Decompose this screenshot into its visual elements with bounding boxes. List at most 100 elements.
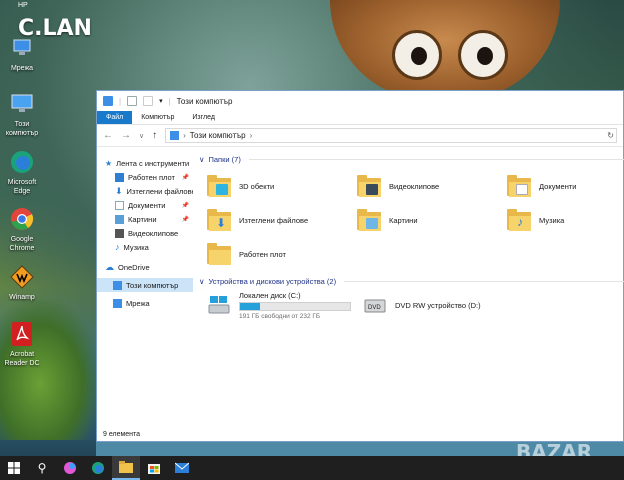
back-arrow-icon[interactable]: ← [103,130,113,141]
refresh-icon[interactable]: ↻ [607,131,614,140]
folder-3d-icon [207,175,231,197]
desktop-icon-this-pc[interactable]: Този компютър [0,90,44,138]
new-folder-icon[interactable] [143,96,154,106]
up-arrow-icon[interactable]: ↑ [152,130,157,141]
nav-onedrive[interactable]: ☁ OneDrive [97,260,193,274]
recent-dropdown-icon[interactable]: ∨ [139,132,144,140]
desktop-icon-chrome[interactable]: Google Chrome [0,205,44,253]
store-taskbar-button[interactable] [140,456,168,480]
desktop-icon-label: Мрежа [10,65,34,72]
group-header-label: Устройства и дискови устройства (2) [208,276,337,286]
desktop-icon-label: Google Chrome [9,236,35,252]
group-header-label: Папки (7) [208,154,241,164]
mail-icon [175,462,189,473]
title-bar: | ▾ | Този компютър [97,91,623,111]
desktop-icon-label: Acrobat Reader DC [4,351,40,367]
folder-3d-objects[interactable]: 3D обекти [207,172,357,200]
edge-taskbar-button[interactable] [84,456,112,480]
nav-label: Документи [128,200,166,210]
quick-access-computer-icon[interactable] [103,96,113,106]
nav-desktop[interactable]: Работен плот 📌 [97,170,193,184]
document-icon [115,200,124,210]
video-icon [115,228,124,238]
start-button[interactable] [0,456,28,480]
forward-arrow-icon[interactable]: → [121,130,131,141]
status-bar-item-count: 9 елемента [103,431,141,438]
tab-view[interactable]: Изглед [183,111,224,124]
nav-videos[interactable]: Видеоклипове [97,226,193,240]
tab-file[interactable]: Файл [97,111,133,124]
ribbon-tabs: Файл Компютър Изглед [97,111,623,125]
desktop-icon-label: Winamp [9,294,35,301]
music-icon: ♪ [115,242,120,252]
folder-music[interactable]: ♪ Музика [507,206,624,234]
nav-label: Мрежа [126,298,150,308]
devices-group-header[interactable]: ∨ Устройства и дискови устройства (2) [199,274,624,288]
breadcrumb-chevron-icon[interactable]: › [250,131,253,140]
nav-this-pc[interactable]: Този компютър [97,278,193,292]
desktop-icon-winamp[interactable]: Winamp [0,263,44,302]
breadcrumb-this-pc[interactable]: Този компютър [190,131,246,140]
window-title: Този компютър [176,96,233,106]
folder-pictures[interactable]: Картини [357,206,507,234]
edge-icon [92,462,104,474]
nav-music[interactable]: ♪ Музика [97,240,193,254]
computer-icon [113,280,122,290]
folders-group-header[interactable]: ∨ Папки (7) [199,152,624,166]
copilot-button[interactable] [56,456,84,480]
pin-icon[interactable]: 📌 [182,216,189,223]
folder-music-icon: ♪ [507,209,531,231]
folder-downloads[interactable]: ⬇ Изтеглени файлове [207,206,357,234]
pin-icon[interactable]: 📌 [182,202,189,209]
acrobat-icon [8,320,36,348]
address-bar[interactable]: › Този компютър › ↻ [165,128,617,143]
search-button[interactable]: ⚲ [28,456,56,480]
drive-usage-bar [239,301,351,311]
folder-documents[interactable]: Документи [507,172,624,200]
chevron-down-icon: ∨ [199,154,205,164]
folder-desktop[interactable]: Работен плот [207,240,357,268]
mail-taskbar-button[interactable] [168,456,196,480]
network-icon [8,34,36,62]
explorer-body: ★ Лента с инструменти Работен плот 📌 ⬇ И… [97,148,624,427]
folder-label: Музика [539,215,565,225]
svg-text:DVD: DVD [368,305,381,311]
network-icon [113,298,122,308]
drive-c[interactable]: Локален диск (C:) 191 ГБ свободни от 232… [207,290,353,320]
nav-documents[interactable]: Документи 📌 [97,198,193,212]
properties-icon[interactable] [127,96,138,106]
taskbar: ⚲ [0,456,624,480]
computer-icon [8,90,36,118]
content-pane: ∨ Папки (7) 3D обекти Видеоклипове Докум… [193,148,624,427]
folder-label: Картини [389,215,418,225]
desktop-icon-edge[interactable]: Microsoft Edge [0,148,44,196]
dvd-drive-icon: DVD [364,299,386,313]
folder-videos[interactable]: Видеоклипове [357,172,507,200]
folder-documents-icon [507,175,531,197]
quick-access-dropdown-icon[interactable]: ▾ [159,97,163,105]
nav-network[interactable]: Мрежа [97,296,193,310]
explorer-window: | ▾ | Този компютър Файл Компютър Изглед… [96,90,624,442]
explorer-taskbar-button[interactable] [112,456,140,480]
cloud-icon: ☁ [105,261,114,272]
drive-d[interactable]: DVD DVD RW устройство (D:) [363,290,481,320]
tab-computer[interactable]: Компютър [132,111,183,124]
nav-label: Този компютър [126,280,179,290]
folders-grid: 3D обекти Видеоклипове Документи ⬇ Изтег… [199,166,624,274]
drive-label: DVD RW устройство (D:) [395,300,481,310]
download-icon: ⬇ [115,185,123,196]
folder-label: Видеоклипове [389,181,440,191]
nav-quick-access[interactable]: ★ Лента с инструменти [97,156,193,170]
drive-label: Локален диск (C:) [239,290,301,300]
nav-downloads[interactable]: ⬇ Изтеглени файлове 📌 [97,184,193,198]
folder-label: Изтеглени файлове [239,215,309,225]
desktop-icon-acrobat[interactable]: Acrobat Reader DC [0,320,44,368]
chevron-down-icon: ∨ [199,276,205,286]
pin-icon[interactable]: 📌 [182,174,189,181]
nav-label: Музика [123,242,149,252]
desktop-icon-network[interactable]: Мрежа [0,34,44,73]
breadcrumb-chevron-icon[interactable]: › [183,131,186,140]
folder-label: Документи [539,181,577,191]
desktop-icon [115,172,124,182]
nav-pictures[interactable]: Картини 📌 [97,212,193,226]
